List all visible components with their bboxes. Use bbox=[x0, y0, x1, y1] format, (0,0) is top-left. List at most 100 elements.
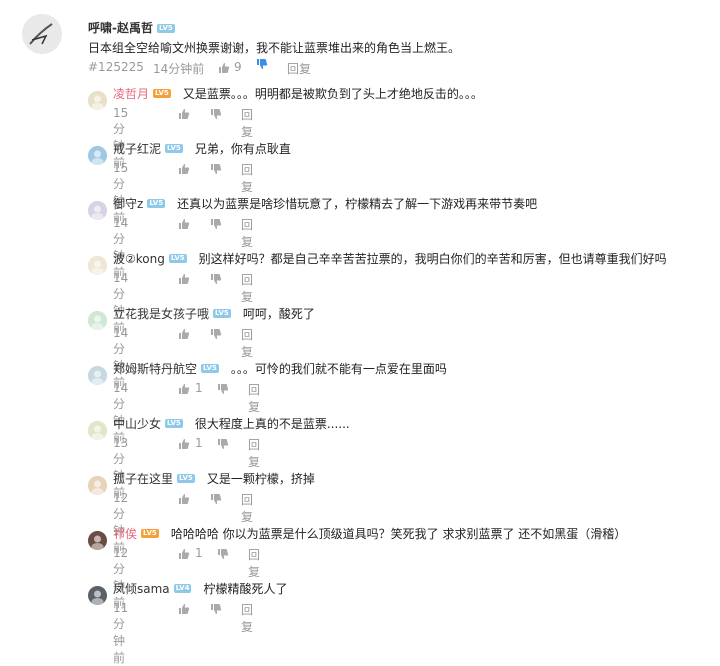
comment-text: 日本组全空给喻文州换票谢谢，我不能让蓝票堆出来的角色当上燃王。 bbox=[88, 41, 461, 55]
avatar[interactable] bbox=[88, 256, 107, 275]
level-badge: LV5 bbox=[168, 254, 187, 263]
reply-button[interactable]: 回复 bbox=[241, 161, 253, 195]
thumb-up-icon bbox=[178, 108, 190, 120]
reply-text: 。。。可怜的我们就不能有一点爱在里面吗 bbox=[230, 362, 447, 376]
dislike-button[interactable] bbox=[217, 438, 229, 450]
reply-item: 波②kong LV5 别这样好吗？都是自己辛辛苦苦拉票的，我明白你们的辛苦和厉害，但… bbox=[86, 248, 706, 335]
dislike-button[interactable] bbox=[217, 548, 229, 560]
avatar[interactable] bbox=[88, 91, 107, 110]
reply-header: 波②kong LV5 别这样好吗？都是自己辛辛苦苦拉票的，我明白你们的辛苦和厉害，但… bbox=[113, 250, 667, 267]
username-text[interactable]: 呼啸-赵禹哲 bbox=[88, 21, 153, 35]
like-button[interactable] bbox=[218, 62, 230, 74]
comment-username[interactable]: 呼啸-赵禹哲 LV5 bbox=[88, 19, 175, 36]
avatar[interactable] bbox=[88, 531, 107, 550]
reply-button[interactable]: 回复 bbox=[248, 546, 260, 580]
reply-text: 很大程度上真的不是蓝票...... bbox=[194, 417, 350, 431]
dislike-button[interactable] bbox=[217, 383, 229, 395]
reply-item: 凌哲月 LV5 又是蓝票。。。明明都是被欺负到了头上才绝地反击的。。。 15分钟前 回复 bbox=[86, 83, 706, 170]
reply-username[interactable]: 立花我是女孩子哦 bbox=[113, 305, 209, 322]
dislike-button[interactable] bbox=[210, 163, 222, 175]
like-count: 1 bbox=[195, 546, 203, 560]
reply-username[interactable]: 御守z bbox=[113, 195, 143, 212]
thumb-down-icon bbox=[210, 108, 222, 120]
reply-button[interactable]: 回复 bbox=[241, 601, 253, 635]
like-button[interactable] bbox=[178, 383, 190, 395]
reply-text: 哈哈哈哈 你以为蓝票是什么顶级道具吗？笑死我了 求求别蓝票了 还不如黑蛋（滑稽） bbox=[170, 527, 627, 541]
like-button[interactable] bbox=[178, 438, 190, 450]
reply-item: 中山少女 LV5 很大程度上真的不是蓝票...... 13分钟前 1 回复 bbox=[86, 413, 706, 500]
avatar[interactable] bbox=[88, 476, 107, 495]
dislike-button[interactable] bbox=[210, 603, 222, 615]
dislike-button[interactable] bbox=[210, 273, 222, 285]
reply-button[interactable]: 回复 bbox=[241, 491, 253, 525]
thumb-up-icon bbox=[178, 218, 190, 230]
reply-text: 又是蓝票。。。明明都是被欺负到了头上才绝地反击的。。。 bbox=[182, 87, 483, 101]
dislike-button[interactable] bbox=[256, 58, 268, 70]
like-button[interactable] bbox=[178, 163, 190, 175]
level-badge: LV5 bbox=[141, 529, 159, 538]
reply-username[interactable]: 中山少女 bbox=[113, 415, 161, 432]
like-button[interactable] bbox=[178, 328, 190, 340]
thumb-down-icon bbox=[210, 603, 222, 615]
reply-button[interactable]: 回复 bbox=[241, 271, 253, 305]
avatar[interactable] bbox=[88, 311, 107, 330]
floor-number: #125225 bbox=[88, 60, 144, 74]
reply-username[interactable]: 祁俟 bbox=[113, 525, 137, 542]
reply-item: 凤倾sama LV4 柠檬精酸死人了 11分钟前 回复 bbox=[86, 578, 706, 665]
reply-header: 御守z LV5 还真以为蓝票是啥珍惜玩意了，柠檬精去了解一下游戏再来带节奏吧 bbox=[113, 195, 537, 212]
avatar[interactable] bbox=[88, 366, 107, 385]
reply-button[interactable]: 回复 bbox=[248, 436, 260, 470]
like-button[interactable] bbox=[178, 108, 190, 120]
reply-text: 兄弟，你有点耿直 bbox=[194, 142, 291, 156]
reply-username[interactable]: 波②kong bbox=[113, 250, 165, 267]
level-badge: LV5 bbox=[177, 474, 195, 483]
thumb-up-icon bbox=[178, 603, 190, 615]
thumb-up-icon bbox=[178, 493, 190, 505]
avatar[interactable] bbox=[88, 586, 107, 605]
like-button[interactable] bbox=[178, 603, 190, 615]
reply-item: 御守z LV5 还真以为蓝票是啥珍惜玩意了，柠檬精去了解一下游戏再来带节奏吧 14分钟… bbox=[86, 193, 706, 280]
thumb-up-icon bbox=[178, 383, 190, 395]
level-badge: LV5 bbox=[165, 144, 183, 153]
like-button[interactable] bbox=[178, 218, 190, 230]
reply-button[interactable]: 回复 bbox=[287, 60, 311, 77]
reply-header: 凌哲月 LV5 又是蓝票。。。明明都是被欺负到了头上才绝地反击的。。。 bbox=[113, 85, 483, 102]
reply-username[interactable]: 戒子红泥 bbox=[113, 140, 161, 157]
avatar[interactable] bbox=[88, 146, 107, 165]
dislike-button[interactable] bbox=[210, 493, 222, 505]
avatar[interactable] bbox=[88, 421, 107, 440]
dislike-button[interactable] bbox=[210, 108, 222, 120]
reply-text: 呵呵，酸死了 bbox=[242, 307, 315, 321]
avatar[interactable] bbox=[88, 201, 107, 220]
reply-button[interactable]: 回复 bbox=[241, 106, 253, 140]
reply-header: 孤子在这里 LV5 又是一颗柠檬，挤掉 bbox=[113, 470, 315, 487]
reply-username[interactable]: 郑姆斯特丹航空 bbox=[113, 360, 197, 377]
thumb-up-icon bbox=[178, 328, 190, 340]
reply-text: 别这样好吗？都是自己辛辛苦苦拉票的，我明白你们的辛苦和厉害，但也请尊重我们好吗 bbox=[198, 252, 667, 266]
reply-button[interactable]: 回复 bbox=[248, 381, 260, 415]
reply-button[interactable]: 回复 bbox=[241, 216, 253, 250]
reply-item: 立花我是女孩子哦 LV5 呵呵，酸死了 14分钟前 回复 bbox=[86, 303, 706, 390]
thumb-down-icon bbox=[217, 548, 229, 560]
like-button[interactable] bbox=[178, 548, 190, 560]
reply-button[interactable]: 回复 bbox=[241, 326, 253, 360]
level-badge: LV5 bbox=[165, 419, 183, 428]
dislike-button[interactable] bbox=[210, 328, 222, 340]
reply-text: 柠檬精酸死人了 bbox=[203, 582, 288, 596]
thumb-down-icon bbox=[210, 273, 222, 285]
reply-header: 中山少女 LV5 很大程度上真的不是蓝票...... bbox=[113, 415, 350, 432]
like-button[interactable] bbox=[178, 493, 190, 505]
reply-username[interactable]: 凤倾sama bbox=[113, 580, 170, 597]
thumb-up-icon bbox=[218, 62, 230, 74]
reply-username[interactable]: 孤子在这里 bbox=[113, 470, 173, 487]
avatar[interactable] bbox=[22, 14, 62, 54]
reply-username[interactable]: 凌哲月 bbox=[113, 85, 149, 102]
like-button[interactable] bbox=[178, 273, 190, 285]
thumb-down-icon bbox=[217, 438, 229, 450]
reply-header: 戒子红泥 LV5 兄弟，你有点耿直 bbox=[113, 140, 291, 157]
reply-item: 戒子红泥 LV5 兄弟，你有点耿直 15分钟前 回复 bbox=[86, 138, 706, 225]
thumb-up-icon bbox=[178, 273, 190, 285]
reply-header: 立花我是女孩子哦 LV5 呵呵，酸死了 bbox=[113, 305, 315, 322]
reply-item: 孤子在这里 LV5 又是一颗柠檬，挤掉 12分钟前 回复 bbox=[86, 468, 706, 555]
dislike-button[interactable] bbox=[210, 218, 222, 230]
